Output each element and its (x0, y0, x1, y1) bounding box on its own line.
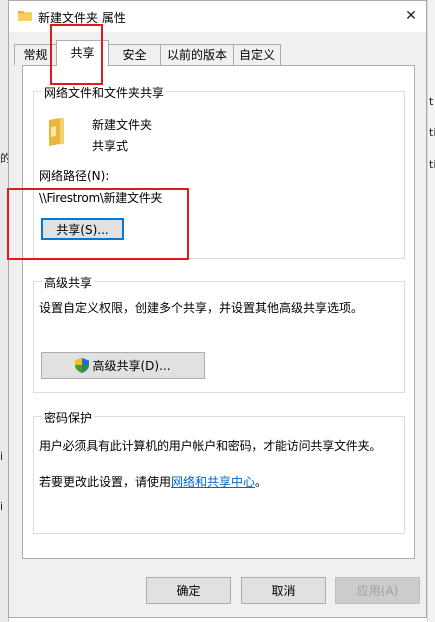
network-path-label: 网络路径(N): (39, 169, 110, 183)
ok-button-label: 确定 (176, 584, 201, 598)
tab-label: 自定义 (238, 48, 275, 62)
close-icon: ✕ (405, 8, 417, 24)
group-title: 网络文件和文件夹共享 (42, 84, 167, 101)
apply-button-label: 应用(A) (356, 584, 399, 598)
shared-folder-icon (49, 118, 64, 146)
advanced-sharing-group: 高级共享 设置自定义权限，创建多个共享，并设置其他高级共享选项。 高级共享(D)… (33, 274, 405, 393)
background-text: ti (429, 126, 435, 139)
tab-label: 常规 (23, 48, 48, 62)
share-state: 共享式 (92, 139, 129, 153)
folder-icon (18, 11, 32, 21)
sharing-tab-panel: 网络文件和文件夹共享 新建文件夹 共享式 网络路径(N): \\Firestro… (22, 65, 415, 559)
background-text: ti (429, 158, 435, 171)
change-setting-suffix: 。 (255, 475, 268, 489)
background-text: i (0, 500, 4, 513)
tab-label: 以前的版本 (166, 48, 227, 62)
cancel-button-label: 取消 (271, 584, 296, 598)
uac-shield-icon (75, 358, 90, 373)
advanced-sharing-button-label: 高级共享(D)... (92, 359, 171, 373)
apply-button[interactable]: 应用(A) (335, 577, 420, 604)
close-button[interactable]: ✕ (396, 1, 426, 31)
tab-customize[interactable]: 自定义 (233, 44, 281, 65)
advanced-sharing-description: 设置自定义权限，创建多个共享，并设置其他高级共享选项。 (39, 301, 364, 315)
ok-button[interactable]: 确定 (146, 577, 231, 604)
password-protection-group: 密码保护 用户必须具有此计算机的用户帐户和密码，才能访问共享文件夹。 若要更改此… (33, 409, 405, 534)
cancel-button[interactable]: 取消 (241, 577, 326, 604)
tab-previous-versions[interactable]: 以前的版本 (160, 44, 234, 65)
background-text: i (0, 450, 4, 463)
properties-dialog: 新建文件夹 属性 ✕ 常规 共享 安全 以前的版本 自定义 网络文件和文件夹共享… (8, 0, 427, 618)
annotation-box-share-button (7, 188, 189, 260)
change-setting-prefix: 若要更改此设置，请使用 (39, 475, 172, 489)
group-title: 高级共享 (42, 274, 95, 291)
background-window-right: t ti ti (427, 0, 435, 622)
tab-label: 安全 (122, 48, 147, 62)
change-setting-text: 若要更改此设置，请使用网络和共享中心。 (39, 473, 267, 490)
background-text: t (429, 95, 434, 108)
network-sharing-center-link[interactable]: 网络和共享中心 (171, 475, 255, 489)
tab-security[interactable]: 安全 (108, 44, 161, 65)
password-description: 用户必须具有此计算机的用户帐户和密码，才能访问共享文件夹。 (39, 439, 382, 453)
group-title: 密码保护 (42, 409, 95, 426)
annotation-box-sharing-tab (50, 24, 103, 85)
advanced-sharing-button[interactable]: 高级共享(D)... (41, 352, 205, 379)
folder-name: 新建文件夹 (92, 118, 153, 132)
